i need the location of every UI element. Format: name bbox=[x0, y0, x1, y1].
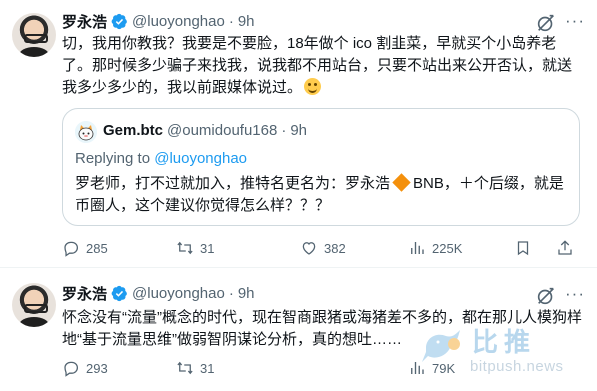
timestamp[interactable]: 9h bbox=[238, 285, 255, 302]
author-name[interactable]: 罗永浩 bbox=[62, 11, 107, 32]
replying-to-handle[interactable]: @luoyonghao bbox=[154, 150, 247, 167]
retweet-button[interactable]: 31 bbox=[176, 358, 214, 378]
like-button[interactable]: 382 bbox=[300, 238, 346, 258]
grok-icon[interactable] bbox=[535, 12, 557, 34]
tweet-header: 罗永浩 @luoyonghao · 9h bbox=[62, 283, 255, 303]
quote-author-name[interactable]: Gem.btc bbox=[103, 122, 163, 139]
retweet-count: 31 bbox=[200, 360, 215, 376]
separator-dot: · bbox=[228, 284, 234, 302]
tweet-text: 切，我用你教我？我要是不要脸，18年做个 ico 割韭菜，早就买个小岛养老了。那… bbox=[62, 33, 582, 99]
tweet-1[interactable]: 罗永浩 @luoyonghao · 9h ··· 切，我用你教我？我要是不要脸，… bbox=[0, 0, 597, 268]
reply-count: 293 bbox=[86, 360, 108, 376]
orange-diamond-icon bbox=[392, 173, 411, 192]
watermark-cn: 比推 bbox=[472, 327, 537, 357]
bookmark-icon bbox=[517, 241, 529, 256]
quote-author-handle[interactable]: @oumidoufu168 bbox=[167, 122, 277, 139]
author-name[interactable]: 罗永浩 bbox=[62, 283, 107, 304]
avatar[interactable] bbox=[12, 283, 56, 327]
avatar[interactable] bbox=[12, 13, 56, 57]
bookmark-button[interactable] bbox=[514, 238, 538, 258]
like-icon bbox=[302, 242, 316, 255]
quote-avatar bbox=[75, 121, 97, 143]
replying-to: Replying to @luoyonghao bbox=[75, 150, 247, 167]
reply-count: 285 bbox=[86, 240, 108, 256]
tweet-header: 罗永浩 @luoyonghao · 9h bbox=[62, 11, 255, 31]
views-icon bbox=[411, 242, 424, 254]
quote-text: 罗老师，打不过就加入，推特名更名为：罗永浩 BNB，＋个后缀，就是币圈人，这个建议… bbox=[75, 173, 569, 217]
retweet-button[interactable]: 31 bbox=[176, 238, 214, 258]
quoted-tweet[interactable]: Gem.btc @oumidoufu168 · 9h Replying to @… bbox=[62, 108, 580, 226]
grok-icon[interactable] bbox=[535, 285, 557, 307]
share-icon bbox=[558, 240, 572, 255]
watermark-en: bitpush.news bbox=[470, 358, 564, 375]
quote-timestamp[interactable]: 9h bbox=[290, 122, 307, 139]
like-count: 382 bbox=[324, 240, 346, 256]
action-bar: 285 31 382 225K bbox=[62, 238, 582, 258]
timestamp[interactable]: 9h bbox=[238, 13, 255, 30]
views-button[interactable]: 225K bbox=[408, 238, 462, 258]
more-icon[interactable]: ··· bbox=[565, 11, 585, 31]
retweet-icon bbox=[177, 361, 193, 375]
retweet-icon bbox=[177, 241, 193, 255]
more-icon[interactable]: ··· bbox=[565, 284, 585, 304]
reply-button[interactable]: 293 bbox=[62, 358, 108, 378]
bitpush-watermark: 比推 bitpush.news bbox=[420, 322, 595, 386]
reply-icon bbox=[64, 361, 79, 377]
share-button[interactable] bbox=[556, 238, 580, 258]
bird-logo-icon bbox=[422, 330, 460, 362]
reply-button[interactable]: 285 bbox=[62, 238, 108, 258]
replying-to-label: Replying to bbox=[75, 150, 151, 167]
quote-text-before: 罗老师，打不过就加入，推特名更名为：罗永浩 bbox=[75, 175, 391, 192]
separator-dot: · bbox=[228, 12, 234, 30]
author-handle[interactable]: @luoyonghao bbox=[132, 285, 225, 302]
retweet-count: 31 bbox=[200, 240, 215, 256]
views-count: 225K bbox=[432, 240, 463, 256]
reply-icon bbox=[64, 241, 79, 257]
quote-separator-dot: · bbox=[281, 122, 287, 139]
smile-emoji-icon bbox=[304, 78, 322, 95]
quote-header: Gem.btc @oumidoufu168 · 9h bbox=[103, 122, 307, 139]
verified-badge-icon bbox=[111, 285, 127, 301]
author-handle[interactable]: @luoyonghao bbox=[132, 13, 225, 30]
verified-badge-icon bbox=[111, 13, 127, 29]
